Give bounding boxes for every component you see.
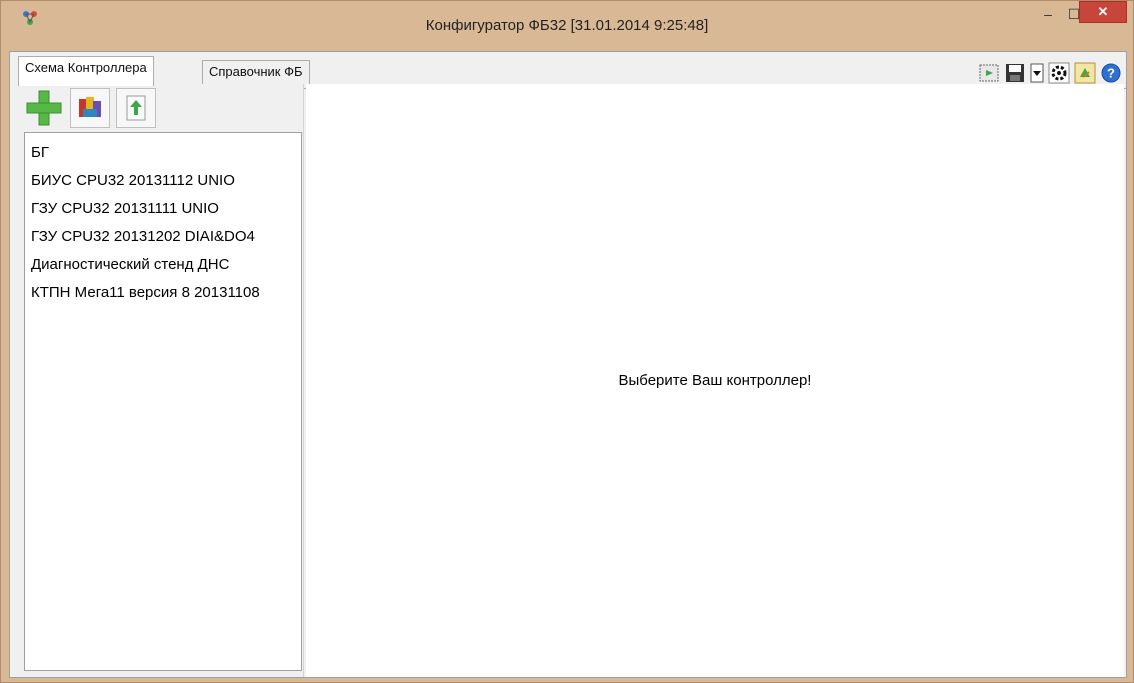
settings-icon	[1048, 62, 1070, 84]
title-bar[interactable]: Конфигуратор ФБ32 [31.01.2014 9:25:48] ‒…	[1, 1, 1133, 51]
upload-icon	[126, 95, 146, 121]
list-item[interactable]: ГЗУ CPU32 20131202 DIAI&DO4	[25, 223, 301, 251]
add-icon	[26, 90, 62, 126]
left-toolbar	[24, 88, 156, 130]
settings-button[interactable]	[1048, 62, 1070, 84]
refresh-button[interactable]	[1074, 62, 1096, 84]
list-item[interactable]: БГ	[25, 139, 301, 167]
list-item[interactable]: ГЗУ CPU32 20131111 UNIO	[25, 195, 301, 223]
export-icon	[979, 64, 999, 82]
right-toolbar: ?	[978, 60, 1122, 86]
library-button[interactable]	[70, 88, 110, 128]
client-area: Схема Контроллера Справочник ФБ ? БГ БИУ…	[9, 51, 1127, 678]
save-button[interactable]	[1004, 62, 1026, 84]
app-window: Конфигуратор ФБ32 [31.01.2014 9:25:48] ‒…	[0, 0, 1134, 683]
tab-fb-reference[interactable]: Справочник ФБ	[202, 60, 310, 84]
save-icon	[1006, 64, 1024, 82]
list-item[interactable]: Диагностический стенд ДНС	[25, 251, 301, 279]
tab-strip: Схема Контроллера Справочник ФБ ?	[10, 56, 1126, 89]
list-item[interactable]: КТПН Мега11 версия 8 20131108	[25, 279, 301, 307]
controller-panel: БГ БИУС CPU32 20131112 UNIO ГЗУ CPU32 20…	[18, 84, 304, 677]
add-controller-button[interactable]	[24, 88, 64, 128]
close-button[interactable]: ✕	[1079, 1, 1127, 23]
list-item[interactable]: БИУС CPU32 20131112 UNIO	[25, 167, 301, 195]
upload-button[interactable]	[116, 88, 156, 128]
window-title: Конфигуратор ФБ32 [31.01.2014 9:25:48]	[425, 17, 709, 34]
export-button[interactable]	[978, 62, 1000, 84]
help-button[interactable]: ?	[1100, 62, 1122, 84]
help-icon: ?	[1101, 63, 1121, 83]
refresh-icon	[1074, 62, 1096, 84]
library-icon	[79, 97, 101, 117]
main-area: Выберите Ваш контроллер!	[306, 84, 1124, 677]
dropdown-arrow-icon	[1030, 63, 1044, 83]
tab-controller-scheme[interactable]: Схема Контроллера	[18, 56, 154, 86]
save-dropdown-button[interactable]	[1030, 62, 1044, 84]
controller-list[interactable]: БГ БИУС CPU32 20131112 UNIO ГЗУ CPU32 20…	[24, 132, 302, 671]
svg-text:?: ?	[1107, 66, 1115, 81]
select-controller-hint: Выберите Ваш контроллер!	[618, 372, 812, 389]
